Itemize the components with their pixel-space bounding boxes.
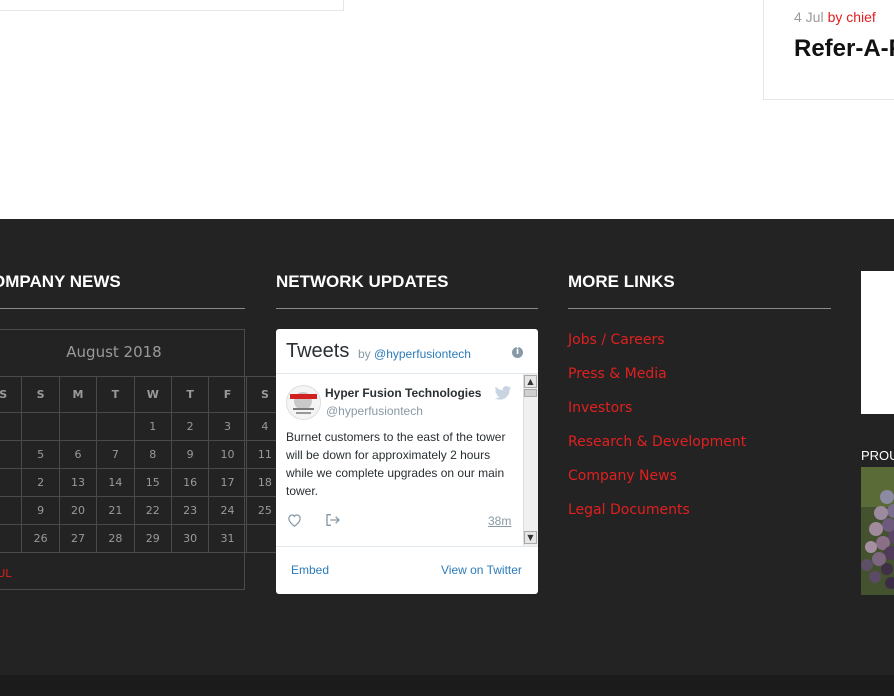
twitter-scrollbar[interactable] (523, 374, 538, 546)
calendar-day (0, 440, 23, 469)
post-author-link[interactable]: by chief (828, 9, 876, 25)
network-updates-divider (276, 308, 538, 309)
avatar[interactable] (286, 385, 321, 420)
calendar-grid: S S M T W T F S 1 2 3 4 5 6 7 8 9 10 11 … (0, 376, 285, 553)
heart-icon[interactable] (287, 513, 302, 527)
link-legal-documents[interactable]: Legal Documents (568, 502, 690, 518)
calendar-day: 7 (96, 440, 135, 469)
more-links-heading: MORE LINKS (568, 272, 675, 291)
footer-bottom-bar (0, 675, 894, 696)
calendar-day (0, 412, 23, 441)
calendar-day (58, 412, 98, 441)
calendar-caption: August 2018 (66, 343, 162, 361)
calendar-day: 15 (133, 468, 172, 497)
post-meta: 4 Jul by chief (794, 9, 876, 25)
calendar-day: 23 (170, 496, 210, 525)
tweet-author-name[interactable]: Hyper Fusion Technologies (325, 386, 481, 400)
weekday-cell: F (208, 376, 247, 413)
tweet-text: Burnet customers to the east of the towe… (286, 430, 506, 498)
scroll-up-arrow-icon[interactable]: ▲ (524, 375, 537, 388)
calendar-weekdays: S S M T W T F S (0, 376, 285, 413)
embed-link[interactable]: Embed (291, 563, 329, 577)
calendar-day: 2 (21, 468, 60, 497)
weekday-cell: T (96, 376, 135, 413)
grapes-image (861, 467, 894, 595)
link-research-development[interactable]: Research & Development (568, 434, 746, 450)
calendar-day: 8 (133, 440, 172, 469)
calendar-day (0, 468, 23, 497)
grapes-photo-icon (861, 467, 894, 595)
weekday-cell: W (133, 376, 172, 413)
more-links-divider (568, 308, 831, 309)
tweet-author-handle[interactable]: @hyperfusiontech (326, 404, 423, 418)
post-title[interactable]: Refer-A-F (794, 35, 894, 63)
link-investors[interactable]: Investors (568, 400, 632, 416)
calendar-week: 9 20 21 22 23 24 25 (0, 496, 285, 525)
weekday-cell: M (58, 376, 98, 413)
calendar-day (0, 496, 23, 525)
calendar-day: 26 (21, 524, 60, 553)
calendar-day: 1 (133, 412, 172, 441)
top-left-panel (0, 0, 344, 11)
calendar-day: 14 (96, 468, 135, 497)
calendar-day: 10 (208, 440, 247, 469)
weekday-cell: S (21, 376, 60, 413)
view-on-twitter-link[interactable]: View on Twitter (441, 563, 522, 577)
calendar-day: 16 (170, 468, 210, 497)
calendar-day: 24 (208, 496, 247, 525)
calendar-day: 31 (208, 524, 247, 553)
calendar-day: 21 (96, 496, 135, 525)
calendar-day: 20 (58, 496, 98, 525)
network-updates-heading: NETWORK UPDATES (276, 272, 449, 291)
share-icon[interactable] (325, 513, 341, 527)
link-company-news[interactable]: Company News (568, 468, 677, 484)
twitter-header-by: by @hyperfusiontech (358, 347, 471, 361)
weekday-cell: S (0, 376, 23, 413)
avatar-logo-icon (287, 386, 320, 419)
calendar-day: 6 (58, 440, 98, 469)
twitter-header-handle-link[interactable]: @hyperfusiontech (374, 347, 471, 361)
calendar-week: 26 27 28 29 30 31 (0, 524, 285, 553)
company-news-divider (0, 308, 245, 309)
calendar-day (21, 412, 60, 441)
calendar-day: 22 (133, 496, 172, 525)
twitter-timeline-widget: Tweets by @hyperfusiontech i Hyper Fusio… (276, 329, 538, 594)
weekday-cell: T (170, 376, 210, 413)
link-press-media[interactable]: Press & Media (568, 366, 667, 382)
calendar-day: 9 (21, 496, 60, 525)
post-date: 4 Jul (794, 9, 824, 25)
scrollbar-thumb[interactable] (524, 389, 537, 397)
calendar-day: 27 (58, 524, 98, 553)
calendar-week: 2 13 14 15 16 17 18 (0, 468, 285, 497)
sidebar-white-widget (861, 271, 894, 414)
calendar-day: 28 (96, 524, 135, 553)
calendar-day: 13 (58, 468, 98, 497)
calendar-day: 3 (208, 412, 247, 441)
calendar-week: 5 6 7 8 9 10 11 (0, 440, 285, 469)
calendar-day: 17 (208, 468, 247, 497)
company-news-heading: OMPANY NEWS (0, 272, 121, 291)
calendar-day: 2 (170, 412, 210, 441)
calendar-day: 29 (133, 524, 172, 553)
calendar-week: 1 2 3 4 (0, 412, 285, 441)
calendar-day (0, 524, 23, 553)
info-icon[interactable]: i (512, 347, 523, 358)
calendar-day: 9 (170, 440, 210, 469)
twitter-bird-icon[interactable] (494, 386, 512, 400)
tweet-timestamp-link[interactable]: 38m (488, 514, 511, 528)
scroll-down-arrow-icon[interactable]: ▼ (524, 531, 537, 544)
calendar-day: 30 (170, 524, 210, 553)
calendar-day: 5 (21, 440, 60, 469)
link-jobs-careers[interactable]: Jobs / Careers (568, 332, 665, 348)
twitter-by-text: by (358, 347, 371, 361)
twitter-header-title: Tweets (286, 340, 350, 362)
calendar-prev-month-link[interactable]: JUL (0, 567, 11, 580)
calendar-day (96, 412, 135, 441)
proud-label: PROU (861, 448, 894, 463)
